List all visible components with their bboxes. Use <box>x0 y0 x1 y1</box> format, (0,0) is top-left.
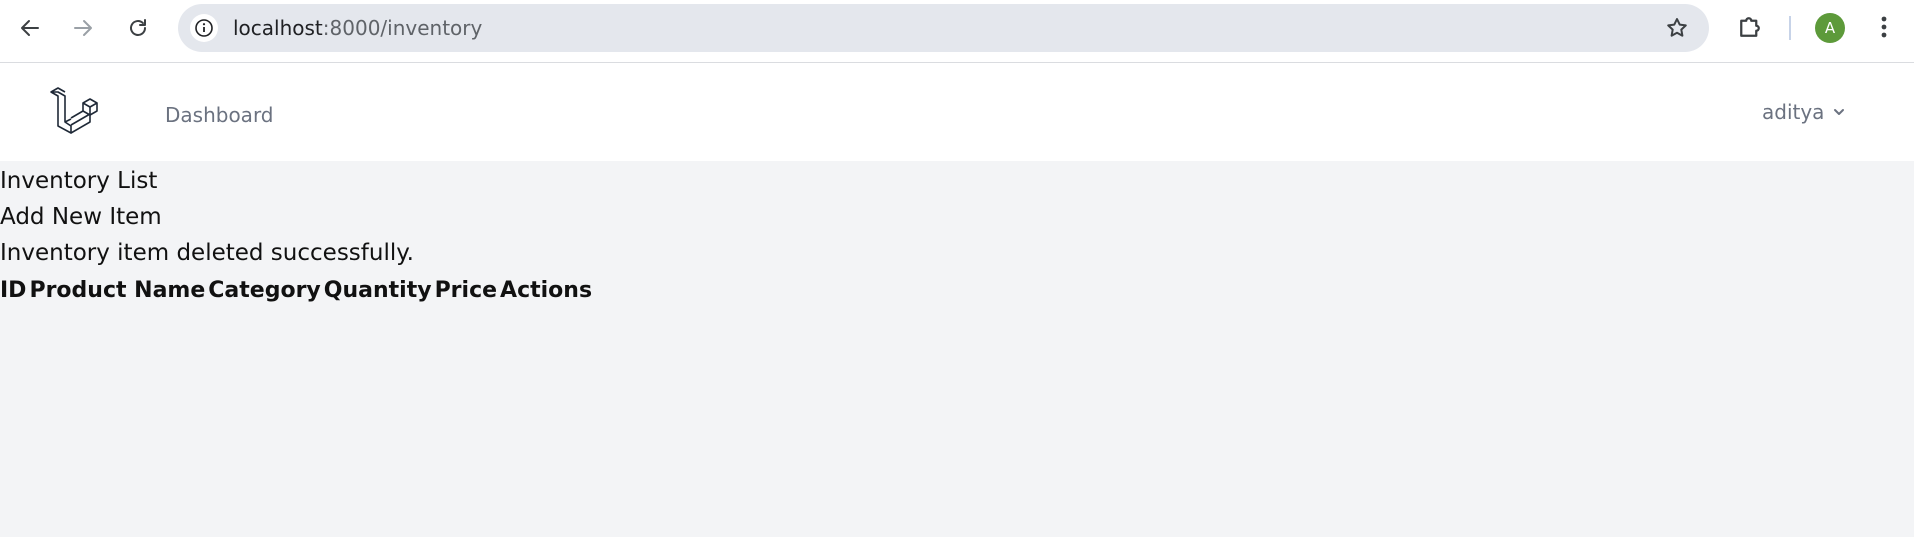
flash-success-message: Inventory item deleted successfully. <box>0 240 414 266</box>
column-header-id: ID <box>0 278 27 303</box>
column-header-price: Price <box>434 278 498 303</box>
add-item-link[interactable]: Add New Item <box>0 199 1914 235</box>
toolbar-divider <box>1789 16 1791 40</box>
bookmark-star-icon[interactable] <box>1665 16 1689 45</box>
user-menu-dropdown[interactable]: aditya <box>1762 63 1846 161</box>
url-path: :8000/inventory <box>322 16 483 40</box>
kebab-menu-icon[interactable] <box>1872 12 1896 47</box>
extensions-puzzle-icon[interactable] <box>1735 12 1765 47</box>
nav-link-dashboard[interactable]: Dashboard <box>165 63 274 167</box>
browser-toolbar: localhost:8000/inventory A <box>0 0 1914 63</box>
page-title: Inventory List <box>0 168 158 194</box>
laravel-logo-icon[interactable] <box>48 87 100 144</box>
chevron-down-icon <box>1832 100 1846 124</box>
reload-icon[interactable] <box>122 12 154 44</box>
app-navbar: Dashboard aditya <box>0 63 1914 161</box>
forward-arrow-icon[interactable] <box>67 12 99 44</box>
profile-avatar[interactable]: A <box>1815 13 1845 43</box>
column-header-quantity: Quantity <box>323 278 432 303</box>
back-arrow-icon[interactable] <box>14 12 46 44</box>
site-info-icon[interactable] <box>190 14 218 42</box>
user-name: aditya <box>1762 100 1825 124</box>
column-header-product-name: Product Name <box>29 278 206 303</box>
main-content: Inventory List Add New Item Inventory it… <box>0 161 1914 311</box>
column-header-actions: Actions <box>500 278 593 303</box>
inventory-table: ID Product Name Category Quantity Price … <box>0 271 595 311</box>
address-bar[interactable]: localhost:8000/inventory <box>178 4 1709 52</box>
url-text[interactable]: localhost:8000/inventory <box>233 4 482 52</box>
url-host: localhost <box>233 16 323 40</box>
table-header-row: ID Product Name Category Quantity Price … <box>0 271 595 311</box>
column-header-category: Category <box>208 278 321 303</box>
